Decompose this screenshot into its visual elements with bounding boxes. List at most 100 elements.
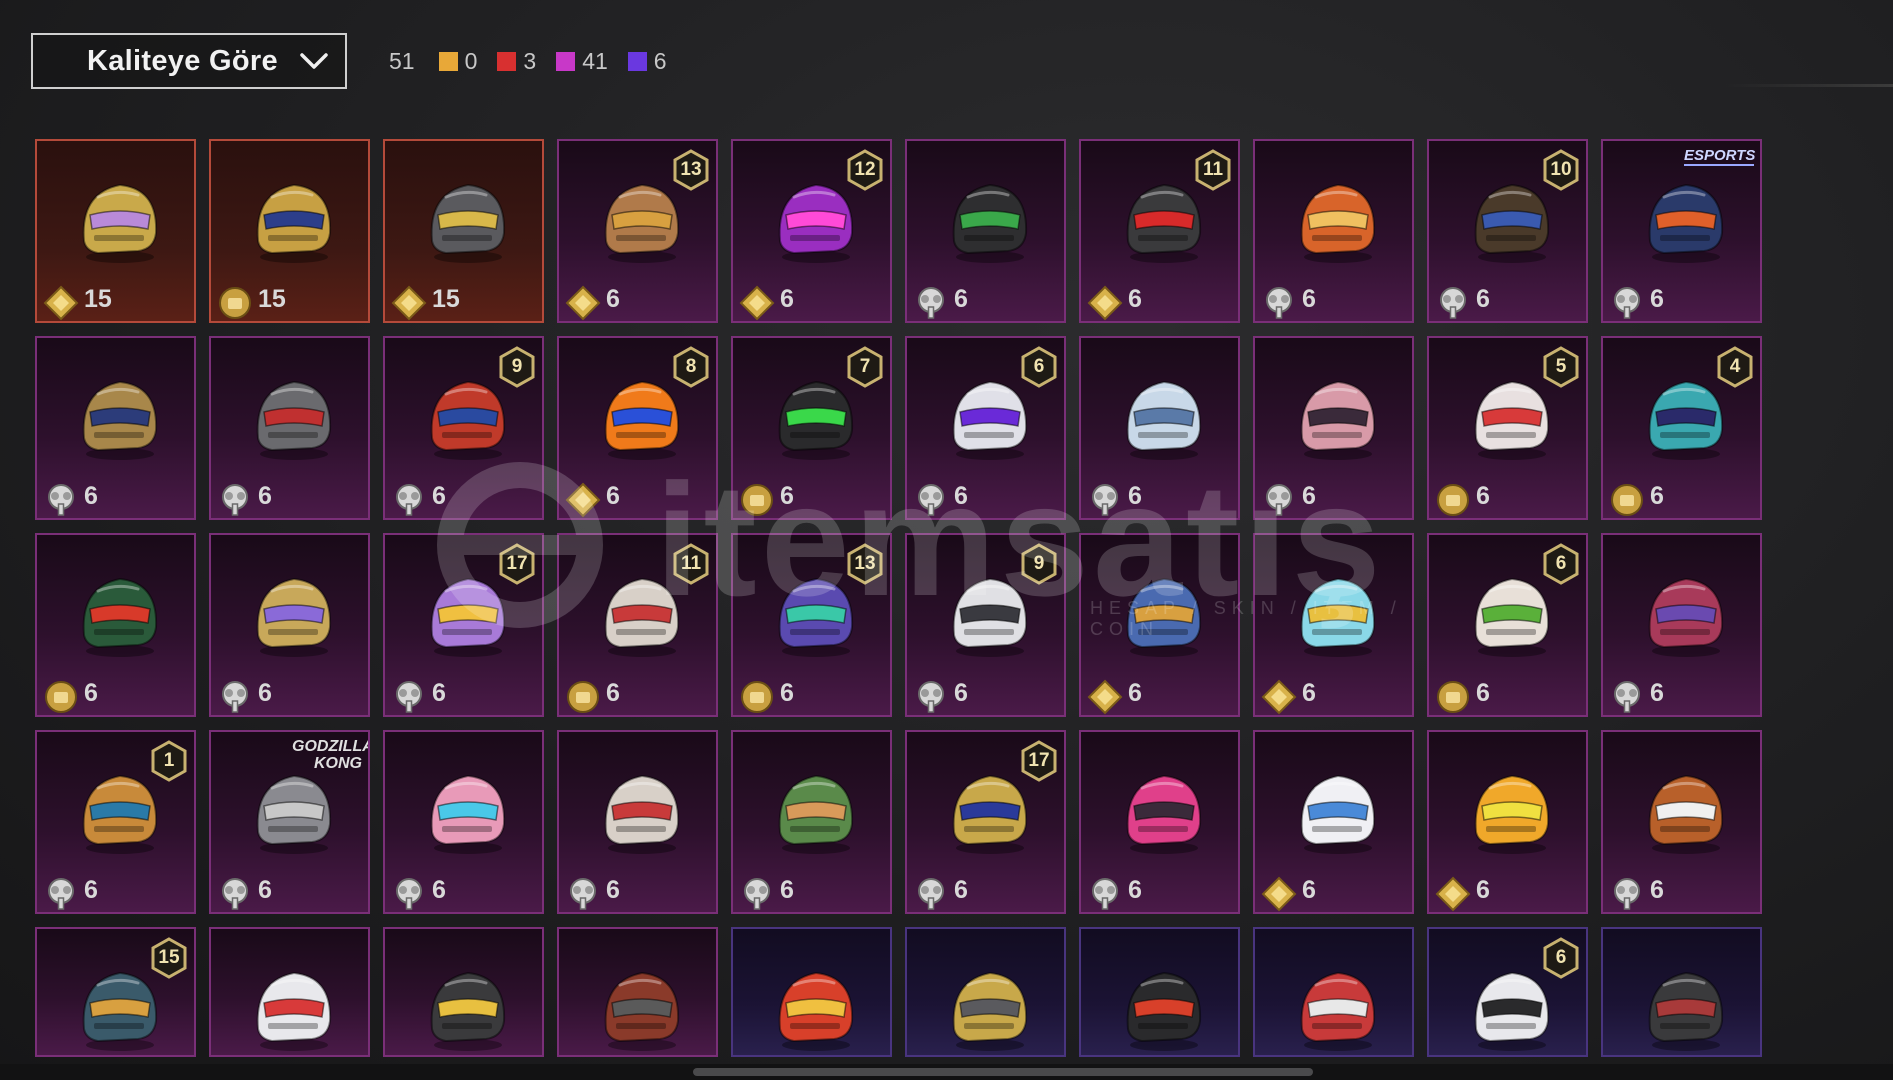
helmet-card[interactable]: 6 13: [557, 139, 718, 323]
level-badge: 17: [498, 543, 536, 585]
level-badge-text: 13: [854, 553, 876, 574]
item-value: 6: [258, 679, 272, 707]
helmet-icon: [1648, 577, 1724, 657]
helmet-card[interactable]: 6: [1601, 730, 1762, 914]
helmet-card[interactable]: 15: [35, 139, 196, 323]
helmet-card[interactable]: 6: [1601, 533, 1762, 717]
helmet-card[interactable]: 6: [209, 336, 370, 520]
helmet-icon: [952, 183, 1028, 263]
gold-coin-icon: [219, 287, 251, 319]
helmet-card[interactable]: 6: [35, 533, 196, 717]
helmet-card[interactable]: 6: [1253, 336, 1414, 520]
silver-tree-icon: [396, 484, 422, 516]
swatch-pink: [556, 51, 576, 71]
level-badge-text: 17: [1028, 750, 1050, 771]
helmet-card[interactable]: 6 13: [731, 533, 892, 717]
helmet-card[interactable]: 69: [383, 336, 544, 520]
item-value: 6: [1476, 876, 1490, 904]
item-value: 6: [1302, 876, 1316, 904]
gold-coin-icon: [1437, 681, 1469, 713]
helmet-card[interactable]: 15: [35, 927, 196, 1057]
item-value: 6: [1128, 482, 1142, 510]
gold-diamond-icon: [1087, 285, 1123, 321]
item-value: 6: [1128, 285, 1142, 313]
helmet-card[interactable]: 6: [1427, 927, 1588, 1057]
level-badge: 10: [1542, 149, 1580, 191]
level-badge-text: 8: [685, 356, 697, 377]
helmet-card[interactable]: 6: [1253, 730, 1414, 914]
helmet-card[interactable]: 6 11: [557, 533, 718, 717]
helmet-card[interactable]: 6: [383, 730, 544, 914]
helmet-card[interactable]: [905, 927, 1066, 1057]
helmet-card[interactable]: 6: [35, 336, 196, 520]
helmet-card[interactable]: 6 17: [905, 730, 1066, 914]
helmet-card[interactable]: [1079, 927, 1240, 1057]
helmet-icon: [430, 183, 506, 263]
helmet-icon: [1648, 183, 1724, 263]
helmet-card[interactable]: 65: [1427, 336, 1588, 520]
helmet-card[interactable]: 6 11: [1079, 139, 1240, 323]
helmet-card[interactable]: 6: [1079, 730, 1240, 914]
helmet-icon: [82, 577, 158, 657]
count-legendary-gold: 0: [438, 48, 477, 75]
helmet-card[interactable]: 6: [1253, 139, 1414, 323]
sort-dropdown[interactable]: Kaliteye Göre: [31, 33, 347, 89]
helmet-card[interactable]: 6: [905, 139, 1066, 323]
swatch-purple: [627, 51, 647, 71]
item-value: 6: [780, 679, 794, 707]
item-value: 6: [954, 876, 968, 904]
helmet-card[interactable]: [557, 927, 718, 1057]
helmet-card[interactable]: 6: [1079, 533, 1240, 717]
silver-tree-icon: [1614, 878, 1640, 910]
helmet-card[interactable]: 66: [1427, 533, 1588, 717]
helmet-card[interactable]: [731, 927, 892, 1057]
helmet-card[interactable]: [383, 927, 544, 1057]
helmet-card[interactable]: 6: [731, 730, 892, 914]
level-badge: 4: [1716, 346, 1754, 388]
gold-diamond-icon: [1087, 679, 1123, 715]
level-badge-text: 9: [1033, 553, 1045, 574]
helmet-card[interactable]: 6: [1253, 533, 1414, 717]
level-badge: 9: [498, 346, 536, 388]
helmet-icon: [256, 774, 332, 854]
helmet-card[interactable]: 64: [1601, 336, 1762, 520]
horizontal-scrollbar[interactable]: [693, 1068, 1313, 1076]
silver-tree-icon: [396, 681, 422, 713]
item-value: 6: [1128, 876, 1142, 904]
rarity-counts: 51 0 3 41 6: [389, 48, 687, 75]
item-value: 6: [606, 679, 620, 707]
helmet-card[interactable]: [1601, 927, 1762, 1057]
helmet-card[interactable]: 6 10: [1427, 139, 1588, 323]
level-badge-text: 17: [506, 553, 528, 574]
helmet-card[interactable]: [209, 927, 370, 1057]
gold-diamond-icon: [391, 285, 427, 321]
helmet-card[interactable]: 6 GODZILLA KONG: [209, 730, 370, 914]
level-badge-text: 5: [1555, 356, 1567, 377]
helmet-card[interactable]: 15: [209, 139, 370, 323]
helmet-card[interactable]: 6 17: [383, 533, 544, 717]
helmet-icon: [1126, 380, 1202, 460]
count-legendary-red: 3: [497, 48, 536, 75]
helmet-card[interactable]: 6: [1427, 730, 1588, 914]
helmet-card[interactable]: 6 ESPORTS: [1601, 139, 1762, 323]
helmet-card[interactable]: 6: [557, 730, 718, 914]
helmet-card[interactable]: 67: [731, 336, 892, 520]
helmet-card[interactable]: 6: [1079, 336, 1240, 520]
level-badge: 6: [1542, 937, 1580, 979]
swatch-gold: [438, 51, 458, 71]
helmet-card[interactable]: 15: [383, 139, 544, 323]
helmet-card[interactable]: [1253, 927, 1414, 1057]
item-value: 6: [606, 285, 620, 313]
helmet-icon: [952, 971, 1028, 1051]
helmet-card[interactable]: 66: [905, 336, 1066, 520]
helmet-card[interactable]: 6 12: [731, 139, 892, 323]
helmet-icon: [256, 183, 332, 263]
helmet-card[interactable]: 61: [35, 730, 196, 914]
level-badge: 8: [672, 346, 710, 388]
helmet-card[interactable]: 68: [557, 336, 718, 520]
item-value: 6: [1650, 285, 1664, 313]
helmet-card[interactable]: 6: [209, 533, 370, 717]
level-badge-text: 4: [1729, 356, 1741, 377]
helmet-card[interactable]: 69: [905, 533, 1066, 717]
item-value: 6: [1302, 679, 1316, 707]
